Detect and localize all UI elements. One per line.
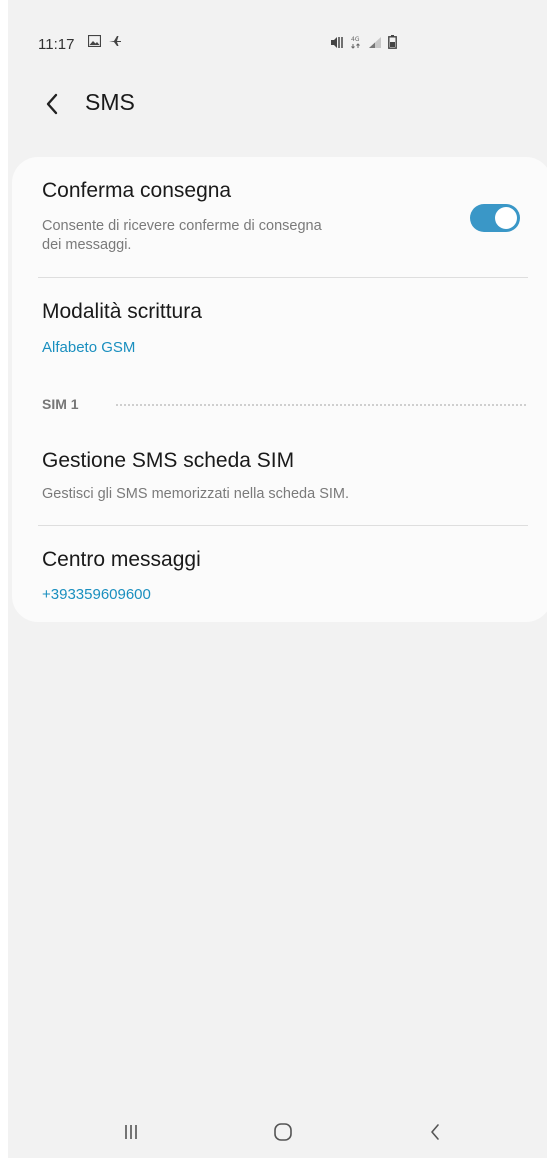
- delivery-report-toggle[interactable]: [470, 204, 520, 232]
- toggle-knob: [495, 207, 517, 229]
- sim-messages-description: Gestisci gli SMS memorizzati nella sched…: [42, 486, 350, 502]
- nav-back-button[interactable]: [418, 1118, 452, 1146]
- delivery-report-description-line2: dei messaggi.: [42, 237, 132, 253]
- home-button[interactable]: [266, 1118, 300, 1146]
- screen: 11:17 4G SMS Conferma consegna Consente …: [8, 0, 547, 1158]
- back-icon: [428, 1122, 442, 1142]
- section-header-sim1: SIM 1: [42, 396, 79, 412]
- recents-icon: [122, 1123, 140, 1141]
- chevron-left-icon: [45, 93, 59, 115]
- home-icon: [272, 1121, 294, 1143]
- delivery-report-title: Conferma consegna: [42, 179, 232, 202]
- navigation-bar: [8, 1110, 547, 1154]
- airplane-icon: [108, 35, 122, 47]
- input-mode-value: Alfabeto GSM: [42, 339, 136, 356]
- recents-button[interactable]: [114, 1118, 148, 1146]
- gallery-icon: [88, 35, 101, 47]
- message-center-title: Centro messaggi: [42, 548, 201, 571]
- mute-icon: [330, 36, 344, 49]
- status-right-icons: 4G: [330, 35, 397, 49]
- status-left-icons: [88, 35, 122, 47]
- signal-icon: [368, 36, 382, 49]
- message-center-number: +393359609600: [42, 586, 151, 603]
- setting-input-mode[interactable]: Modalità scrittura Alfabeto GSM: [12, 278, 547, 374]
- battery-icon: [388, 35, 397, 49]
- status-bar: 11:17 4G: [8, 0, 547, 84]
- back-button[interactable]: [38, 90, 66, 118]
- input-mode-title: Modalità scrittura: [42, 300, 202, 323]
- settings-card: Conferma consegna Consente di ricevere c…: [12, 157, 547, 622]
- setting-sim-messages[interactable]: Gestione SMS scheda SIM Gestisci gli SMS…: [12, 425, 547, 525]
- section-divider: [116, 404, 526, 406]
- delivery-report-description-line1: Consente di ricevere conferme di consegn…: [42, 218, 322, 234]
- 4g-icon: 4G: [350, 35, 362, 49]
- status-time: 11:17: [38, 36, 75, 53]
- app-bar: SMS: [8, 84, 547, 124]
- sim-messages-title: Gestione SMS scheda SIM: [42, 449, 295, 472]
- page-title: SMS: [85, 89, 135, 115]
- setting-message-center[interactable]: Centro messaggi +393359609600: [12, 526, 547, 622]
- setting-delivery-report[interactable]: Conferma consegna Consente di ricevere c…: [12, 157, 547, 277]
- svg-text:4G: 4G: [351, 36, 360, 43]
